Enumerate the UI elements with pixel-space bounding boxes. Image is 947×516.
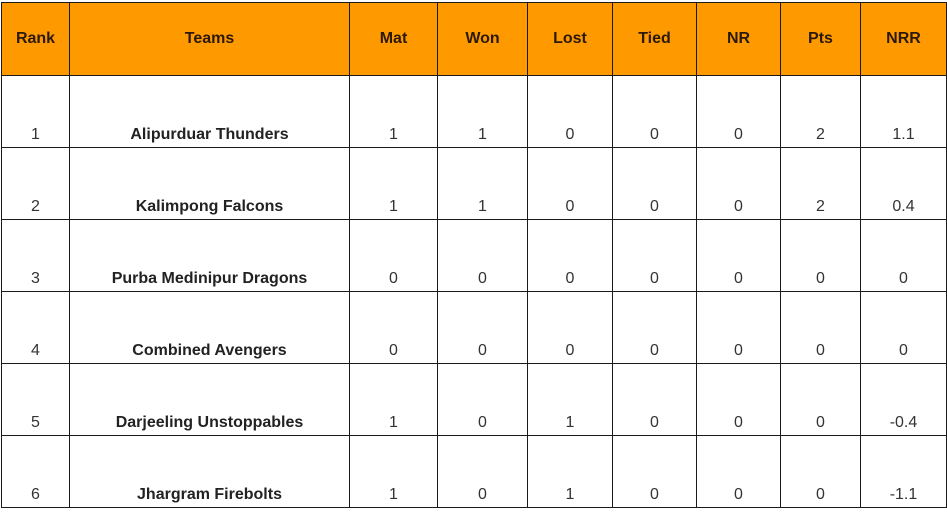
header-points: Pts: [780, 2, 861, 76]
cell-tied: 0: [612, 219, 697, 292]
cell-team: Darjeeling Unstoppables: [69, 363, 350, 436]
cell-no-result: 0: [696, 435, 781, 508]
cell-won: 1: [437, 147, 528, 220]
cell-no-result: 0: [696, 291, 781, 364]
cell-won: 0: [437, 435, 528, 508]
cell-team: Jhargram Firebolts: [69, 435, 350, 508]
cell-team: Kalimpong Falcons: [69, 147, 350, 220]
cell-lost: 0: [527, 291, 613, 364]
cell-matches: 1: [349, 435, 438, 508]
cell-rank: 3: [1, 219, 70, 292]
cell-matches: 1: [349, 147, 438, 220]
table-row: 1 Alipurduar Thunders 1 1 0 0 0 2 1.1: [1, 75, 947, 148]
cell-won: 1: [437, 75, 528, 148]
cell-rank: 5: [1, 363, 70, 436]
cell-points: 2: [780, 147, 861, 220]
cell-team: Alipurduar Thunders: [69, 75, 350, 148]
cell-lost: 1: [527, 435, 613, 508]
table-row: 6 Jhargram Firebolts 1 0 1 0 0 0 -1.1: [1, 435, 947, 508]
cell-net-run-rate: 0.4: [860, 147, 947, 220]
cell-won: 0: [437, 219, 528, 292]
cell-points: 2: [780, 75, 861, 148]
header-teams: Teams: [69, 2, 350, 76]
cell-tied: 0: [612, 147, 697, 220]
cell-matches: 1: [349, 363, 438, 436]
cell-points: 0: [780, 363, 861, 436]
cell-lost: 0: [527, 75, 613, 148]
cell-tied: 0: [612, 75, 697, 148]
cell-won: 0: [437, 363, 528, 436]
cell-points: 0: [780, 219, 861, 292]
cell-lost: 1: [527, 363, 613, 436]
cell-won: 0: [437, 291, 528, 364]
cell-points: 0: [780, 291, 861, 364]
cell-lost: 0: [527, 147, 613, 220]
table-row: 2 Kalimpong Falcons 1 1 0 0 0 2 0.4: [1, 147, 947, 220]
cell-matches: 0: [349, 291, 438, 364]
header-row: Rank Teams Mat Won Lost Tied NR Pts NRR: [1, 2, 947, 76]
cell-tied: 0: [612, 291, 697, 364]
cell-rank: 4: [1, 291, 70, 364]
cell-net-run-rate: 1.1: [860, 75, 947, 148]
cell-no-result: 0: [696, 363, 781, 436]
cell-net-run-rate: -0.4: [860, 363, 947, 436]
header-tied: Tied: [612, 2, 697, 76]
table-row: 3 Purba Medinipur Dragons 0 0 0 0 0 0 0: [1, 219, 947, 292]
table-row: 4 Combined Avengers 0 0 0 0 0 0 0: [1, 291, 947, 364]
cell-no-result: 0: [696, 147, 781, 220]
cell-tied: 0: [612, 363, 697, 436]
cell-team: Purba Medinipur Dragons: [69, 219, 350, 292]
header-net-run-rate: NRR: [860, 2, 947, 76]
header-matches: Mat: [349, 2, 438, 76]
cell-no-result: 0: [696, 219, 781, 292]
cell-lost: 0: [527, 219, 613, 292]
cell-net-run-rate: -1.1: [860, 435, 947, 508]
cell-matches: 1: [349, 75, 438, 148]
cell-rank: 2: [1, 147, 70, 220]
cell-tied: 0: [612, 435, 697, 508]
table-row: 5 Darjeeling Unstoppables 1 0 1 0 0 0 -0…: [1, 363, 947, 436]
header-won: Won: [437, 2, 528, 76]
cell-team: Combined Avengers: [69, 291, 350, 364]
cell-points: 0: [780, 435, 861, 508]
cell-net-run-rate: 0: [860, 291, 947, 364]
cell-rank: 6: [1, 435, 70, 508]
cell-matches: 0: [349, 219, 438, 292]
cell-net-run-rate: 0: [860, 219, 947, 292]
cell-no-result: 0: [696, 75, 781, 148]
cell-rank: 1: [1, 75, 70, 148]
header-no-result: NR: [696, 2, 781, 76]
header-rank: Rank: [1, 2, 70, 76]
header-lost: Lost: [527, 2, 613, 76]
points-table: Rank Teams Mat Won Lost Tied NR Pts NRR …: [1, 2, 947, 508]
